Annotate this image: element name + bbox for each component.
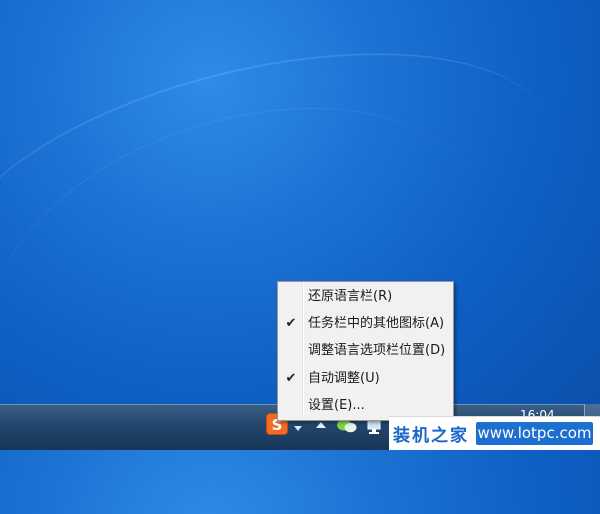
menu-check-placeholder <box>284 396 298 416</box>
menu-item-other-taskbar-icons[interactable]: ✔ 任务栏中的其他图标(A) <box>280 312 451 336</box>
show-hidden-icons-arrow-icon[interactable] <box>316 422 326 428</box>
checkmark-icon: ✔ <box>285 316 297 331</box>
ime-dropdown-arrow-icon[interactable] <box>294 426 302 431</box>
language-bar-context-menu: 还原语言栏(R) ✔ 任务栏中的其他图标(A) 调整语言选项栏位置(D) ✔ 自… <box>277 281 454 421</box>
menu-item-settings[interactable]: 设置(E)... <box>280 394 451 418</box>
menu-check-placeholder <box>284 341 298 361</box>
menu-item-label: 设置(E)... <box>308 398 365 413</box>
menu-item-restore-language-bar[interactable]: 还原语言栏(R) <box>280 285 451 309</box>
menu-check-placeholder <box>284 287 298 307</box>
menu-item-label: 任务栏中的其他图标(A) <box>308 316 445 331</box>
menu-item-label: 还原语言栏(R) <box>308 289 393 304</box>
menu-item-label: 调整语言选项栏位置(D) <box>308 343 446 358</box>
menu-item-label: 自动调整(U) <box>308 371 380 386</box>
watermark-site-name: 装机之家 <box>393 426 469 446</box>
menu-item-auto-adjust[interactable]: ✔ 自动调整(U) <box>280 367 451 391</box>
checkmark-icon: ✔ <box>285 371 297 386</box>
menu-item-adjust-language-bar-position[interactable]: 调整语言选项栏位置(D) <box>280 339 451 363</box>
watermark-url: www.lotpc.com <box>476 422 593 445</box>
site-watermark: 装机之家 www.lotpc.com <box>389 416 600 450</box>
